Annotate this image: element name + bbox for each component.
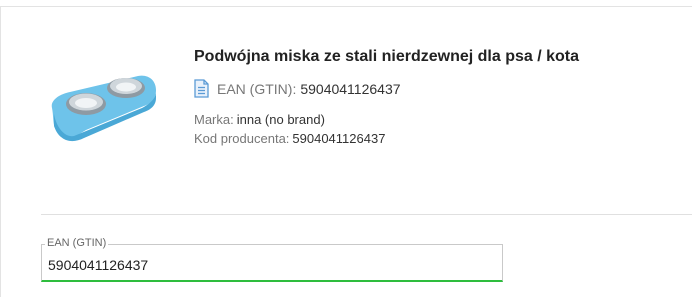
product-image	[51, 75, 156, 142]
ean-value: 5904041126437	[300, 80, 401, 97]
ean-label: EAN (GTIN):	[217, 80, 297, 97]
ean-field-label: EAN (GTIN)	[45, 237, 109, 250]
producer-code-label: Kod producenta:	[194, 131, 290, 146]
producer-code-value: 5904041126437	[292, 131, 386, 146]
document-icon	[194, 79, 209, 98]
brand-value: inna (no brand)	[236, 112, 325, 127]
ean-input[interactable]	[48, 257, 488, 273]
ean-line: EAN (GTIN): 5904041126437	[194, 79, 401, 98]
product-title: Podwójna miska ze stali nierdzewnej dla …	[194, 48, 580, 65]
brand-row: Marka: inna (no brand)	[194, 112, 325, 127]
brand-label: Marka:	[194, 112, 234, 127]
section-divider	[41, 214, 692, 215]
producer-code-row: Kod producenta: 5904041126437	[194, 131, 385, 146]
